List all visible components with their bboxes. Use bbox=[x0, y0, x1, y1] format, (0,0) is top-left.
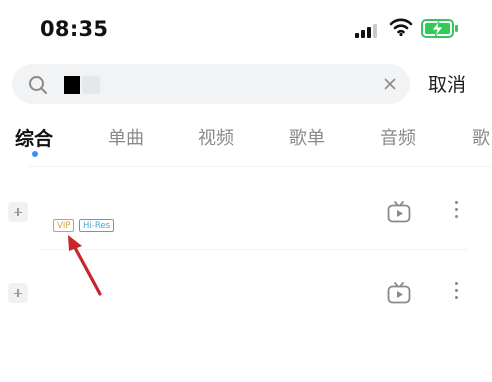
vip-badge: VIP bbox=[53, 219, 75, 232]
tab-comprehensive[interactable]: 综合 bbox=[15, 124, 53, 151]
redacted-query-block bbox=[64, 76, 80, 94]
annotation-arrow-icon bbox=[68, 235, 102, 296]
more-icon[interactable] bbox=[455, 282, 458, 303]
tab-audio[interactable]: 音频 bbox=[380, 124, 416, 150]
hires-badge: Hi-Res bbox=[79, 219, 115, 232]
search-icon bbox=[29, 76, 47, 94]
redacted-query-blur bbox=[82, 76, 100, 94]
add-icon[interactable] bbox=[8, 283, 28, 303]
mv-icon[interactable] bbox=[387, 282, 411, 304]
search-box[interactable] bbox=[12, 64, 410, 104]
more-icon[interactable] bbox=[455, 201, 458, 222]
search-input[interactable] bbox=[56, 72, 360, 98]
close-icon[interactable] bbox=[384, 78, 396, 90]
battery-charging-icon bbox=[421, 19, 458, 38]
search-bar-row: 取消 bbox=[0, 62, 492, 108]
result-tabs: 综合 单曲 视频 歌单 音频 歌 bbox=[0, 118, 492, 166]
wifi-icon bbox=[389, 18, 413, 37]
cellular-signal-icon bbox=[355, 22, 381, 38]
active-tab-indicator bbox=[32, 151, 38, 157]
tab-more-truncated[interactable]: 歌 bbox=[472, 124, 490, 150]
mv-icon[interactable] bbox=[387, 201, 411, 223]
status-bar: 08:35 bbox=[0, 0, 492, 56]
tab-playlists[interactable]: 歌单 bbox=[289, 124, 325, 150]
cancel-button[interactable]: 取消 bbox=[428, 70, 466, 97]
tab-videos[interactable]: 视频 bbox=[198, 124, 234, 150]
status-time: 08:35 bbox=[40, 17, 109, 41]
tab-songs[interactable]: 单曲 bbox=[108, 124, 144, 150]
add-icon[interactable] bbox=[8, 202, 28, 222]
